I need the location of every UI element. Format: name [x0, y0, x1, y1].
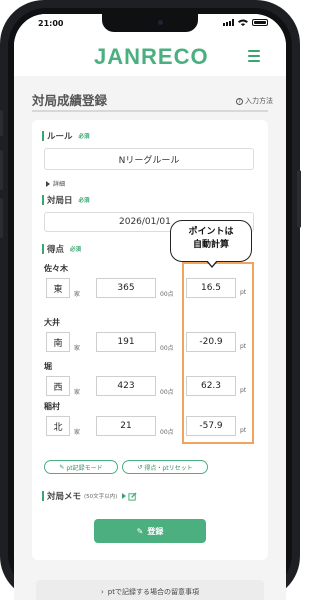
rule-label-text: ルール — [47, 132, 73, 142]
submit-button[interactable]: ✎ 登録 — [94, 519, 206, 543]
score-input[interactable]: 365 — [96, 278, 156, 298]
submit-label: 登録 — [147, 526, 164, 536]
score-unit: 00点 — [160, 345, 174, 352]
memo-hint: (50文字以内) — [84, 494, 118, 500]
phone-volume-up — [0, 150, 3, 190]
seat-suffix: 家 — [74, 429, 81, 436]
score-unit: 00点 — [160, 389, 174, 396]
score-input[interactable]: 191 — [96, 332, 156, 352]
player-name: 堀 — [44, 362, 52, 371]
app-header: JANRECO — [14, 36, 286, 76]
footer-note-label: ptで記録する場合の留意事項 — [107, 588, 199, 596]
rule-select-value: Nリーグルール — [118, 155, 180, 166]
score-unit: 00点 — [160, 291, 174, 298]
caret-right-icon — [46, 180, 50, 187]
score-input[interactable]: 423 — [96, 376, 156, 396]
pt-mode-label: pt記録モード — [66, 464, 103, 472]
memo-label-text: 対局メモ — [47, 492, 82, 502]
rule-details-label: 詳細 — [53, 181, 66, 188]
date-value: 2026/01/01 — [119, 217, 171, 227]
memo-label: 対局メモ (50文字以内) — [42, 490, 137, 502]
screen: 21:00 JANRECO 対局成績登録 ? 入力方法 ルール 必須 Nリーグル… — [14, 14, 286, 600]
howto-link[interactable]: ? 入力方法 — [236, 96, 273, 106]
signal-icon — [223, 19, 234, 26]
required-badge: 必須 — [70, 247, 82, 253]
pt-highlight-frame — [182, 262, 254, 444]
seat-suffix: 家 — [74, 345, 81, 352]
date-label-text: 対局日 — [47, 196, 73, 206]
caret-right-icon[interactable] — [122, 493, 127, 499]
callout-line-1: ポイントは — [188, 227, 234, 237]
score-label-text: 得点 — [47, 245, 65, 255]
player-name: 佐々木 — [44, 264, 68, 273]
date-label: 対局日 必須 — [42, 194, 90, 206]
player-name: 大井 — [44, 318, 60, 327]
phone-volume-down — [0, 198, 3, 238]
seat-suffix: 家 — [74, 291, 81, 298]
rule-label: ルール 必須 — [42, 130, 90, 142]
phone-power-button — [297, 170, 301, 228]
wifi-icon — [238, 19, 248, 26]
callout-bubble: ポイントは 自動計算 — [170, 220, 252, 262]
page-title: 対局成績登録 — [32, 93, 108, 108]
seat-select[interactable]: 西 — [46, 376, 70, 396]
status-time: 21:00 — [38, 19, 64, 28]
notch — [102, 14, 198, 32]
howto-label: 入力方法 — [245, 97, 273, 105]
undo-icon: ↺ — [137, 463, 143, 471]
seat-select[interactable]: 東 — [46, 278, 70, 298]
battery-icon — [252, 19, 268, 26]
camera-icon — [158, 20, 163, 25]
seat-suffix: 家 — [74, 389, 81, 396]
seat-select[interactable]: 南 — [46, 332, 70, 352]
help-icon: ? — [236, 97, 243, 105]
reset-label: 得点・ptリセット — [144, 464, 193, 472]
pencil-icon: ✎ — [59, 463, 65, 471]
rule-select[interactable]: Nリーグルール — [44, 148, 254, 170]
footer-note-link[interactable]: › ptで記録する場合の留意事項 — [36, 580, 264, 600]
phone-side-button — [0, 110, 3, 136]
player-name: 稲村 — [44, 402, 60, 411]
phone-frame: 21:00 JANRECO 対局成績登録 ? 入力方法 ルール 必須 Nリーグル… — [0, 0, 301, 600]
title-row: 対局成績登録 ? 入力方法 — [14, 76, 286, 112]
seat-select[interactable]: 北 — [46, 416, 70, 436]
status-icons — [223, 19, 268, 26]
edit-icon[interactable] — [128, 491, 137, 501]
title-underline — [32, 110, 268, 112]
required-badge: 必須 — [78, 198, 90, 204]
app-logo[interactable]: JANRECO — [94, 44, 209, 70]
pencil-icon: ✎ — [136, 526, 144, 536]
status-bar: 21:00 — [14, 14, 286, 36]
pt-mode-button[interactable]: ✎ pt記録モード — [44, 460, 118, 474]
callout-line-2: 自動計算 — [192, 240, 229, 250]
score-unit: 00点 — [160, 429, 174, 436]
score-input[interactable]: 21 — [96, 416, 156, 436]
callout-tail-fill — [207, 260, 217, 266]
required-badge: 必須 — [78, 134, 90, 140]
reset-button[interactable]: ↺ 得点・ptリセット — [122, 460, 208, 474]
rule-details-toggle[interactable]: 詳細 — [46, 179, 65, 188]
hamburger-menu-icon[interactable] — [248, 50, 260, 62]
chevron-right-icon: › — [100, 588, 104, 596]
form-card: ルール 必須 Nリーグルール 詳細 対局日 必須 2026/01/01 得点 必須 佐… — [32, 120, 268, 560]
score-label: 得点 必須 — [42, 243, 81, 255]
